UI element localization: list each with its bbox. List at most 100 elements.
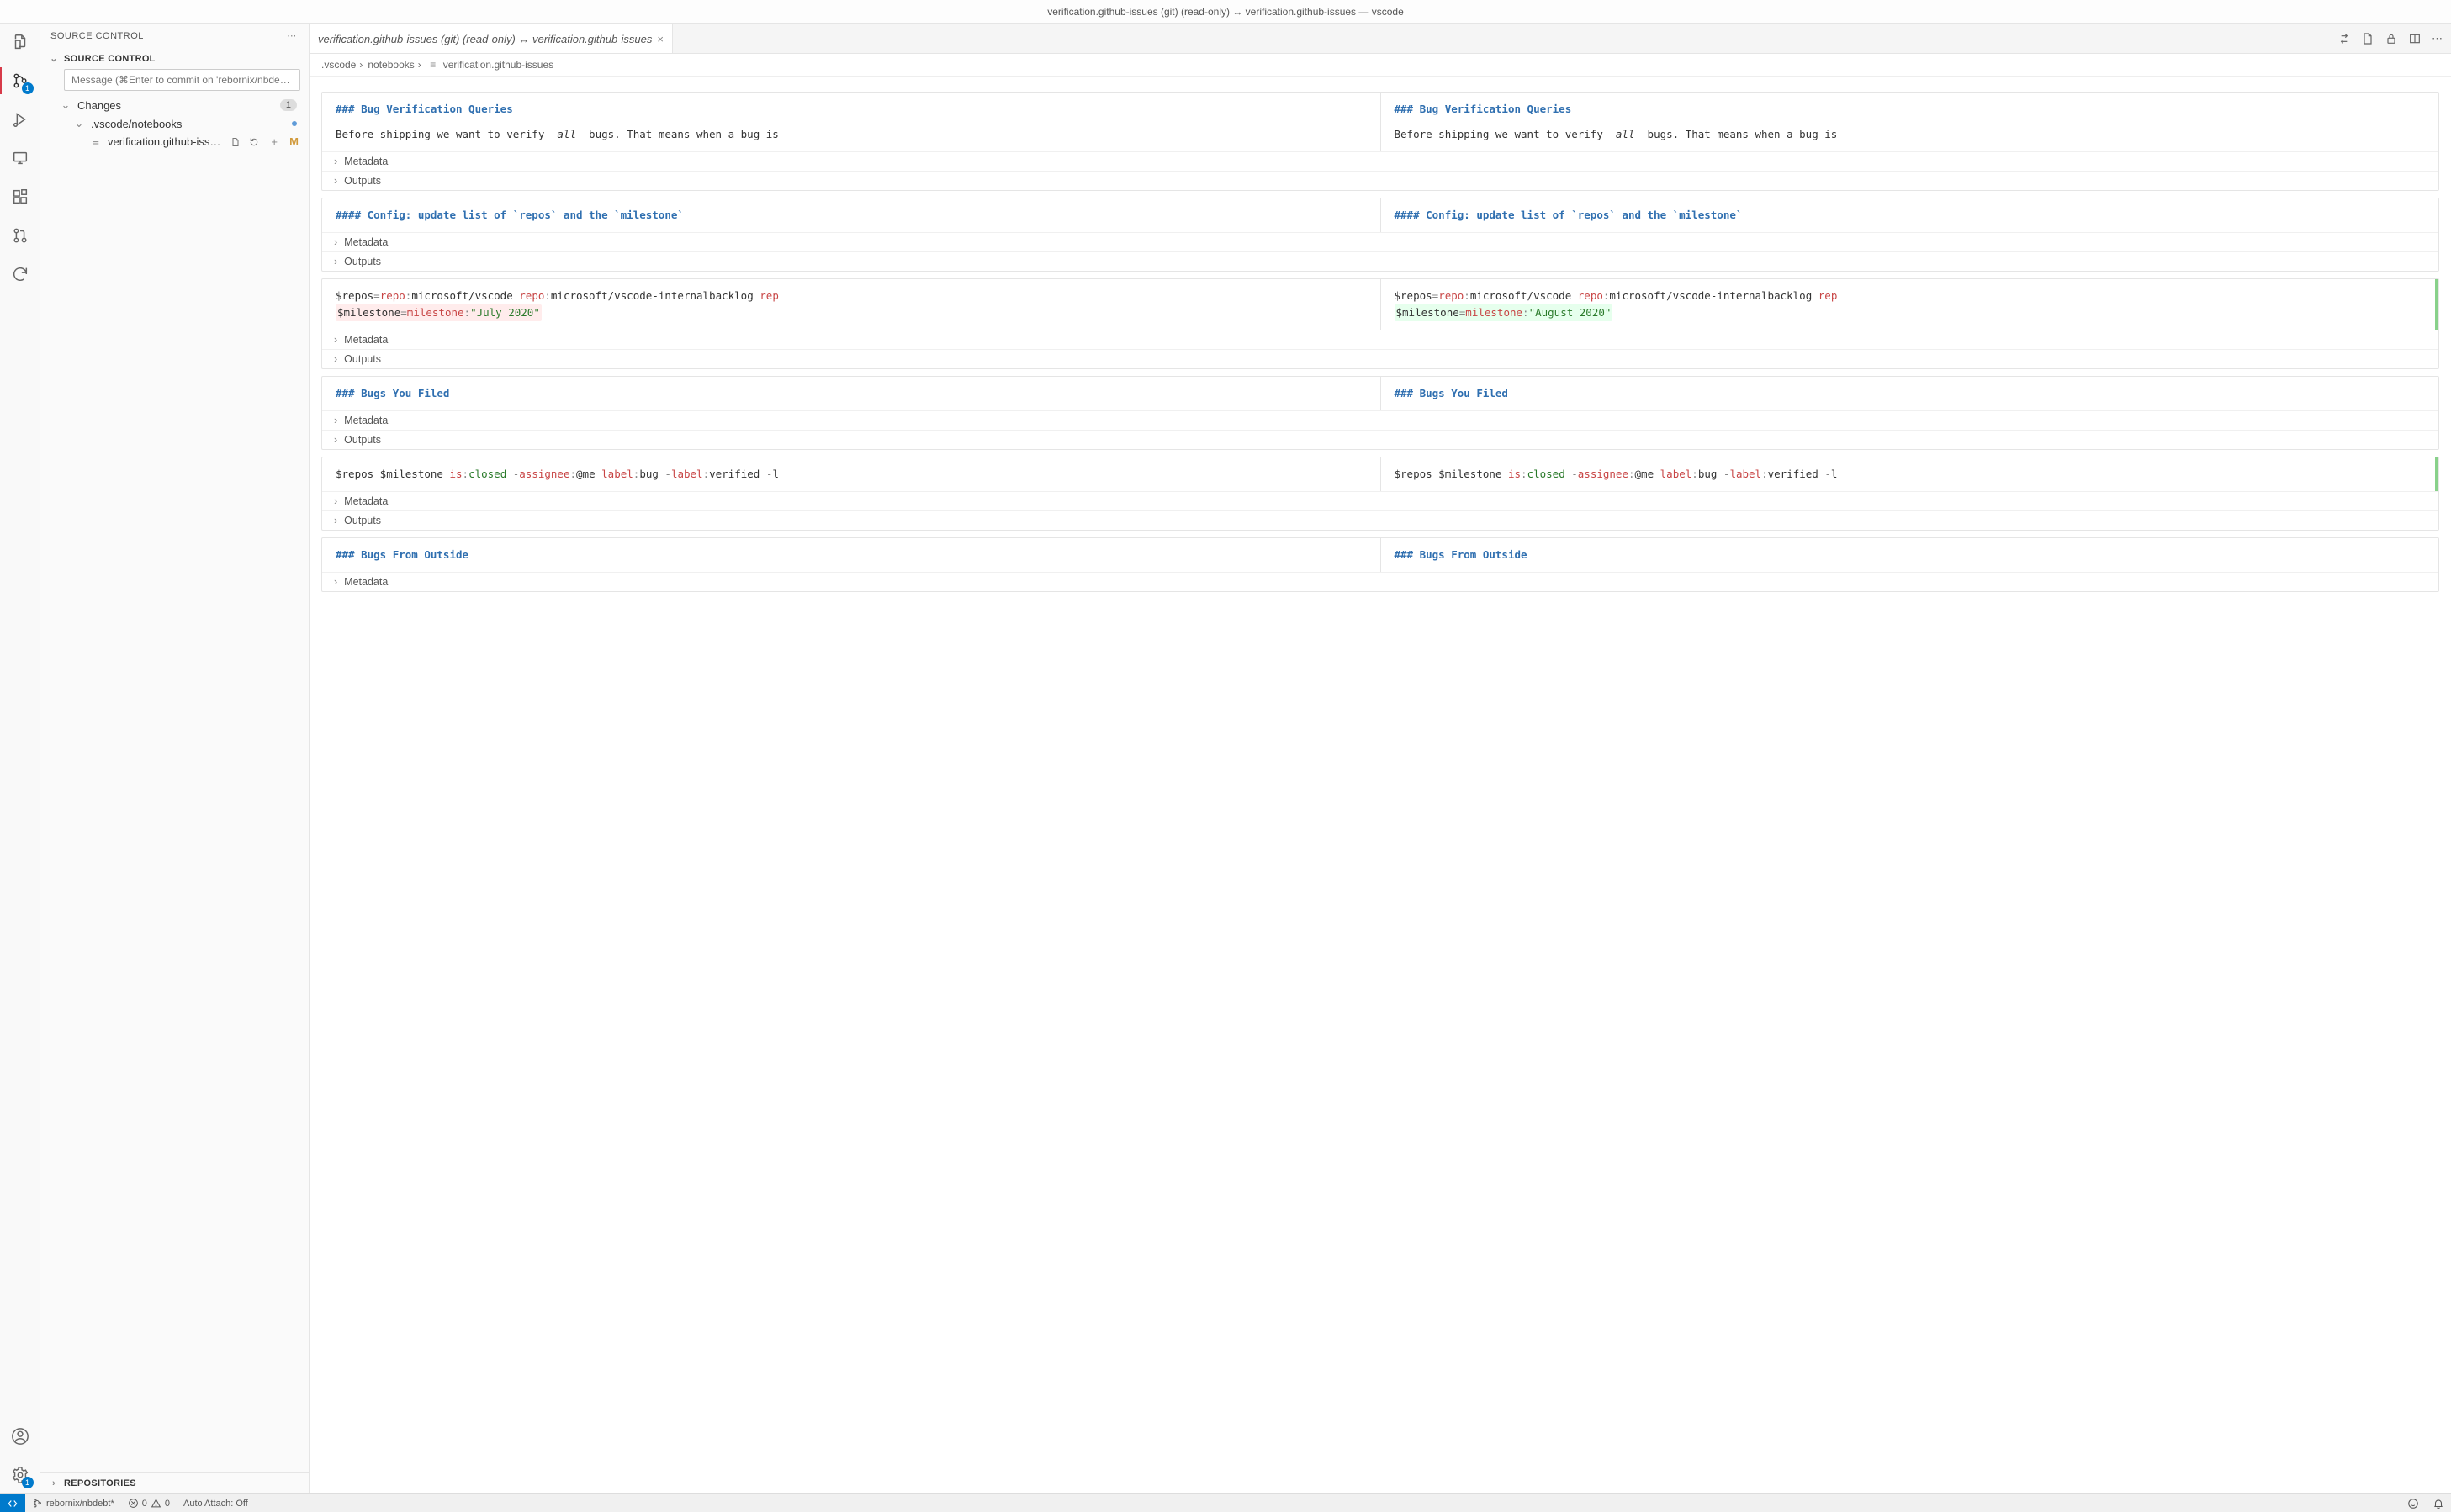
- discard-changes-icon[interactable]: [249, 137, 262, 147]
- chevron-down-icon: ⌄: [59, 98, 72, 112]
- outputs-fold[interactable]: ›Outputs: [322, 171, 2438, 190]
- metadata-fold[interactable]: ›Metadata: [322, 232, 2438, 251]
- diff-right-pane[interactable]: ### Bug Verification Queries Before ship…: [1381, 93, 2439, 151]
- code-line-deleted: $milestone=milestone:"July 2020": [336, 304, 542, 321]
- branch-status[interactable]: rebornix/nbdebt*: [25, 1498, 121, 1509]
- chevron-right-icon: ›: [334, 156, 337, 167]
- diff-add-marker: [2435, 279, 2438, 330]
- remote-indicator[interactable]: [0, 1494, 25, 1512]
- md-heading: #### Config: update list of `repos` and …: [336, 207, 1367, 224]
- chevron-right-icon: ›: [334, 256, 337, 267]
- outputs-fold[interactable]: ›Outputs: [322, 251, 2438, 271]
- md-heading: ### Bugs You Filed: [336, 385, 1367, 402]
- diff-right-pane[interactable]: ### Bugs You Filed: [1381, 377, 2439, 410]
- notifications-icon[interactable]: [2426, 1498, 2451, 1509]
- diff-cell: ### Bug Verification Queries Before ship…: [321, 92, 2439, 191]
- diff-left-pane[interactable]: $repos $milestone is:closed -assignee:@m…: [322, 457, 1381, 491]
- outputs-fold[interactable]: ›Outputs: [322, 349, 2438, 368]
- metadata-fold[interactable]: ›Metadata: [322, 491, 2438, 510]
- chevron-right-icon: ›: [334, 334, 337, 346]
- readonly-lock-icon[interactable]: [2385, 32, 2398, 45]
- md-heading: ### Bug Verification Queries: [1395, 101, 2426, 118]
- changes-label: Changes: [77, 99, 275, 112]
- diff-right-pane[interactable]: $repos $milestone is:closed -assignee:@m…: [1381, 457, 2439, 491]
- outputs-fold[interactable]: ›Outputs: [322, 510, 2438, 530]
- metadata-fold[interactable]: ›Metadata: [322, 330, 2438, 349]
- tab-label: verification.github-issues (git) (read-o…: [318, 33, 652, 45]
- swap-diff-icon[interactable]: [2337, 32, 2351, 45]
- more-actions-icon[interactable]: ⋯: [2432, 32, 2443, 45]
- diff-cell: $repos $milestone is:closed -assignee:@m…: [321, 457, 2439, 531]
- folder-label: .vscode/notebooks: [91, 118, 287, 130]
- metadata-fold[interactable]: ›Metadata: [322, 151, 2438, 171]
- open-file-action-icon[interactable]: [2361, 32, 2374, 45]
- breadcrumb-b[interactable]: notebooks: [368, 59, 414, 71]
- settings-gear-icon[interactable]: 1: [8, 1463, 32, 1487]
- folder-row[interactable]: ⌄ .vscode/notebooks: [40, 114, 309, 133]
- extensions-icon[interactable]: [8, 185, 32, 209]
- breadcrumb-a[interactable]: .vscode: [321, 59, 356, 71]
- branch-name: rebornix/nbdebt*: [46, 1499, 114, 1509]
- diff-left-pane[interactable]: #### Config: update list of `repos` and …: [322, 198, 1381, 232]
- accounts-icon[interactable]: [8, 1425, 32, 1448]
- commit-message-input[interactable]: [64, 69, 300, 91]
- md-paragraph: Before shipping we want to verify _all_ …: [1395, 126, 2426, 143]
- diff-right-pane[interactable]: ### Bugs From Outside: [1381, 538, 2439, 572]
- file-icon: ≡: [89, 135, 103, 148]
- stage-changes-icon[interactable]: +: [267, 135, 281, 148]
- auto-attach-status[interactable]: Auto Attach: Off: [177, 1499, 255, 1509]
- split-editor-icon[interactable]: [2408, 32, 2422, 45]
- md-heading: ### Bugs From Outside: [336, 547, 1367, 563]
- sidebar-title: SOURCE CONTROL: [50, 31, 144, 41]
- file-row[interactable]: ≡ verification.github-issues + M: [40, 133, 309, 151]
- diff-left-pane[interactable]: ### Bugs From Outside: [322, 538, 1381, 572]
- diff-add-marker: [2435, 457, 2438, 491]
- chevron-right-icon: ›: [334, 175, 337, 187]
- diff-cell: ### Bugs From Outside ### Bugs From Outs…: [321, 537, 2439, 592]
- diff-left-pane[interactable]: ### Bug Verification Queries Before ship…: [322, 93, 1381, 151]
- sync-icon[interactable]: [8, 262, 32, 286]
- problems-status[interactable]: 0 0: [121, 1498, 177, 1509]
- tab-active[interactable]: verification.github-issues (git) (read-o…: [310, 24, 673, 53]
- chevron-down-icon: ⌄: [72, 117, 86, 130]
- scm-section-header[interactable]: ⌄ SOURCE CONTROL: [40, 51, 309, 66]
- remote-explorer-icon[interactable]: [8, 146, 32, 170]
- chevron-right-icon: ›: [334, 236, 337, 248]
- outputs-fold[interactable]: ›Outputs: [322, 430, 2438, 449]
- error-count: 0: [142, 1499, 147, 1509]
- md-heading: #### Config: update list of `repos` and …: [1395, 207, 2426, 224]
- chevron-right-icon: ›: [334, 495, 337, 507]
- code-line-added: $milestone=milestone:"August 2020": [1395, 304, 1613, 321]
- chevron-right-icon: ›: [334, 434, 337, 446]
- md-heading: ### Bugs You Filed: [1395, 385, 2426, 402]
- more-icon[interactable]: ⋯: [285, 30, 299, 41]
- scm-section-label: SOURCE CONTROL: [64, 54, 156, 64]
- metadata-fold[interactable]: ›Metadata: [322, 410, 2438, 430]
- diff-cell: ### Bugs You Filed ### Bugs You Filed ›M…: [321, 376, 2439, 450]
- chevron-right-icon: ›: [334, 353, 337, 365]
- md-heading: ### Bug Verification Queries: [336, 101, 1367, 118]
- breadcrumb-c[interactable]: verification.github-issues: [443, 59, 553, 71]
- chevron-down-icon: ⌄: [47, 53, 61, 64]
- run-debug-icon[interactable]: [8, 108, 32, 131]
- diff-right-pane[interactable]: #### Config: update list of `repos` and …: [1381, 198, 2439, 232]
- diff-content[interactable]: ### Bug Verification Queries Before ship…: [310, 77, 2451, 1493]
- breadcrumbs[interactable]: .vscode› notebooks› ≡verification.github…: [310, 54, 2451, 77]
- chevron-right-icon: ›: [334, 415, 337, 426]
- diff-left-pane[interactable]: $repos=repo:microsoft/vscode repo:micros…: [322, 279, 1381, 330]
- explorer-icon[interactable]: [8, 30, 32, 54]
- window-title: verification.github-issues (git) (read-o…: [1047, 6, 1404, 18]
- chevron-right-icon: ›: [334, 576, 337, 588]
- scm-icon[interactable]: 1: [8, 69, 32, 93]
- open-file-icon[interactable]: [230, 137, 244, 147]
- github-pr-icon[interactable]: [8, 224, 32, 247]
- close-tab-icon[interactable]: ×: [657, 33, 664, 45]
- changes-group[interactable]: ⌄ Changes 1: [40, 96, 309, 114]
- diff-left-pane[interactable]: ### Bugs You Filed: [322, 377, 1381, 410]
- metadata-fold[interactable]: ›Metadata: [322, 572, 2438, 591]
- window-titlebar: verification.github-issues (git) (read-o…: [0, 0, 2451, 24]
- code-line: $repos=repo:microsoft/vscode repo:micros…: [1395, 288, 2426, 304]
- repositories-section[interactable]: › REPOSITORIES: [40, 1472, 309, 1493]
- feedback-icon[interactable]: [2401, 1498, 2426, 1509]
- diff-right-pane[interactable]: $repos=repo:microsoft/vscode repo:micros…: [1381, 279, 2439, 330]
